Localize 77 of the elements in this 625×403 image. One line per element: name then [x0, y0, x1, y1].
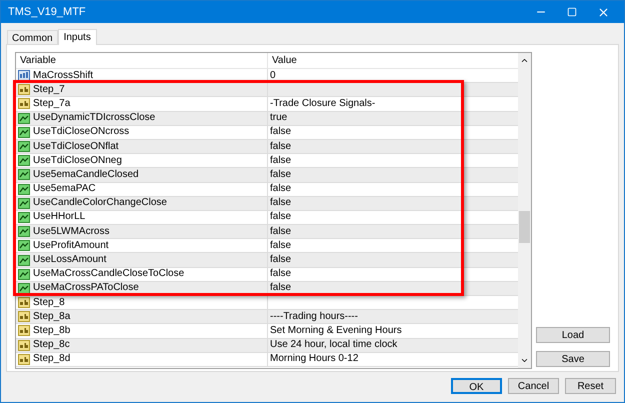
variable-name: UseMaCrossPAToClose	[33, 283, 139, 294]
chart-type-icon	[18, 141, 30, 152]
scroll-down-icon[interactable]	[520, 356, 529, 365]
variable-name: UseProfitAmount	[33, 240, 109, 251]
variable-name: Use5emaCandleClosed	[33, 170, 139, 180]
chart-type-icon	[18, 240, 30, 252]
chart-type-icon	[18, 254, 30, 266]
variable-name: Step_8d	[33, 354, 70, 364]
variable-value[interactable]: false	[270, 255, 292, 266]
variable-name: UseTdiCloseONflat	[33, 142, 119, 152]
dialog-button[interactable]: OK	[451, 378, 502, 394]
dialog-button[interactable]: Cancel	[508, 378, 559, 394]
side-button[interactable]: Save	[536, 351, 610, 367]
chart-type-icon	[18, 184, 30, 195]
variable-name: Use5emaPAC	[33, 184, 96, 194]
variable-value[interactable]: false	[270, 283, 292, 294]
variable-name: UseTdiCloseONcross	[33, 127, 130, 138]
tab[interactable]: Inputs	[58, 29, 97, 45]
variable-name: UseLossAmount	[33, 255, 106, 266]
chart-type-icon	[18, 155, 30, 166]
variable-value[interactable]: Use 24 hour, local time clock	[270, 340, 398, 350]
variable-name: Step_7	[33, 84, 65, 95]
variable-value[interactable]: ----Trading hours----	[270, 312, 358, 322]
chart-type-icon	[18, 198, 30, 209]
chart-type-icon	[18, 112, 30, 124]
text-type-icon	[18, 340, 30, 351]
variable-name: Step_7a	[33, 98, 70, 109]
variable-value[interactable]: false	[270, 212, 292, 222]
chart-type-icon	[18, 226, 30, 238]
variable-name: Step_8a	[33, 312, 70, 322]
text-type-icon	[18, 297, 30, 308]
text-type-icon	[18, 354, 30, 365]
close-icon[interactable]	[597, 6, 610, 18]
chart-type-icon	[18, 212, 30, 223]
variable-name: UseCandleColorChangeClose	[33, 198, 167, 208]
variable-name: Step_8c	[33, 340, 70, 350]
text-type-icon	[18, 98, 30, 110]
text-type-icon	[18, 311, 30, 322]
tab[interactable]: Common	[7, 30, 58, 44]
chart-type-icon	[18, 282, 30, 294]
variable-value[interactable]: 0	[270, 70, 276, 81]
scroll-up-icon[interactable]	[520, 56, 529, 65]
maximize-icon[interactable]	[567, 7, 577, 17]
variable-value[interactable]: Set Morning & Evening Hours	[270, 326, 402, 336]
variable-value[interactable]: false	[270, 156, 292, 166]
scrollbar[interactable]	[518, 53, 531, 368]
variable-value[interactable]: Morning Hours 0-12	[270, 354, 358, 364]
variable-name: Step_8b	[33, 326, 70, 336]
variable-value[interactable]: false	[270, 226, 292, 237]
variable-value[interactable]: false	[270, 240, 292, 251]
variable-name: Step_8	[33, 298, 65, 308]
variable-value[interactable]: false	[270, 170, 292, 180]
variable-name: UseTdiCloseONneg	[33, 156, 122, 166]
variable-value[interactable]: false	[270, 198, 292, 208]
variable-name: UseDynamicTDIcrossClose	[33, 113, 156, 124]
variable-value[interactable]: false	[270, 184, 292, 194]
chart-type-icon	[18, 126, 30, 138]
number-type-icon	[18, 70, 30, 82]
column-header[interactable]: Variable	[16, 53, 268, 68]
chart-type-icon	[18, 169, 30, 180]
side-button[interactable]: Load	[536, 327, 610, 343]
column-header[interactable]: Value	[268, 53, 518, 68]
variable-name: MaCrossShift	[33, 70, 94, 81]
scroll-thumb[interactable]	[519, 211, 530, 243]
dialog-button[interactable]: Reset	[565, 378, 616, 394]
text-type-icon	[18, 325, 30, 336]
variable-value[interactable]: false	[270, 127, 292, 138]
text-type-icon	[18, 84, 30, 96]
variable-value[interactable]: -Trade Closure Signals-	[270, 98, 376, 109]
chart-type-icon	[18, 268, 30, 280]
window-title: TMS_V19_MTF	[8, 4, 87, 20]
variable-name: UseMaCrossCandleCloseToClose	[33, 269, 184, 280]
variable-name: UseHHorLL	[33, 212, 86, 222]
variable-name: Use5LWMAcross	[33, 226, 110, 237]
variable-value[interactable]: false	[270, 269, 292, 280]
variable-value[interactable]: true	[270, 113, 288, 124]
variable-value[interactable]: false	[270, 142, 292, 152]
